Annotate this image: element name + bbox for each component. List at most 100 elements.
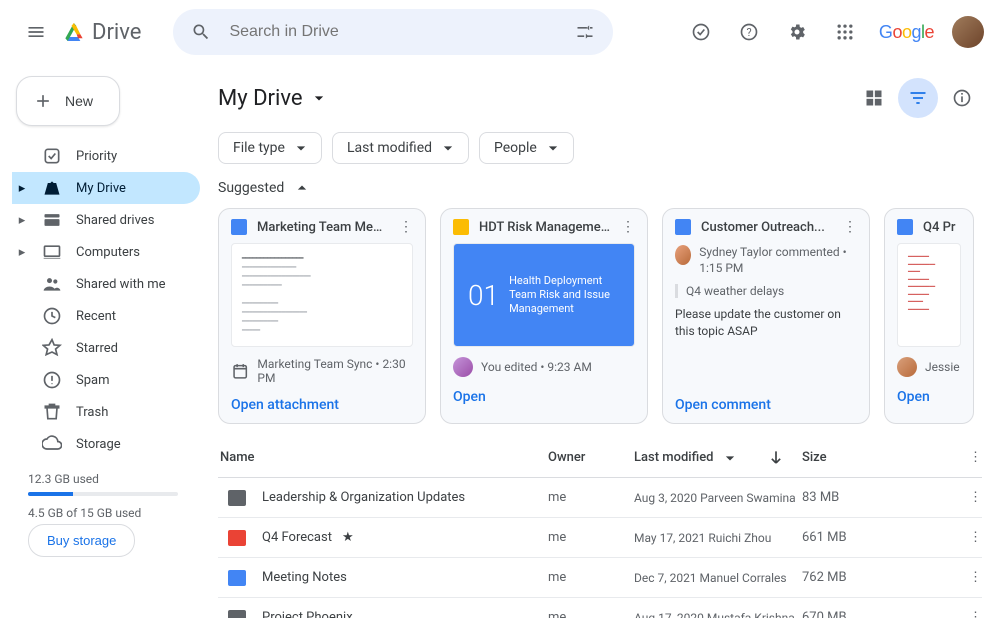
column-header-size[interactable]: Size — [802, 450, 942, 465]
card-meta: You edited • 9:23 AM — [481, 360, 592, 374]
row-name: Leadership & Organization Updates — [262, 490, 548, 505]
row-name: Meeting Notes — [262, 570, 548, 585]
card-action-link[interactable]: Open — [897, 389, 961, 405]
header: Drive ? Google — [0, 0, 1000, 64]
page-title[interactable]: My Drive — [218, 86, 329, 111]
column-header-owner[interactable]: Owner — [548, 450, 634, 465]
sidebar-item-recent[interactable]: Recent — [12, 300, 200, 332]
table-header: Name Owner Last modified Size ⋮ — [218, 438, 982, 478]
sidebar-item-trash[interactable]: Trash — [12, 396, 200, 428]
svg-text:?: ? — [746, 26, 751, 39]
card-action-link[interactable]: Open comment — [675, 397, 857, 413]
plus-icon — [33, 91, 53, 111]
search-icon[interactable] — [181, 12, 221, 52]
buy-storage-button[interactable]: Buy storage — [28, 524, 135, 557]
apps-grid-icon[interactable] — [825, 12, 865, 52]
sidebar-item-storage[interactable]: Storage — [12, 428, 200, 460]
main-content: My Drive File type Last modified People … — [200, 64, 1000, 618]
info-button[interactable] — [942, 78, 982, 118]
card-meta: Marketing Team Sync • 2:30 PM — [257, 357, 413, 385]
my-drive-icon — [42, 178, 62, 198]
card-more-icon[interactable]: ⋮ — [399, 219, 413, 235]
suggested-card[interactable]: Customer Outreach... ⋮ Sydney Taylor com… — [662, 208, 870, 424]
sidebar-item-label: Starred — [76, 341, 118, 356]
search-bar[interactable] — [173, 9, 613, 55]
row-name: Project Phoenix — [262, 610, 548, 618]
table-row[interactable]: Project Phoenix me Aug 17, 2020 Mustafa … — [218, 598, 982, 618]
card-more-icon[interactable]: ⋮ — [843, 219, 857, 235]
settings-icon[interactable] — [777, 12, 817, 52]
calendar-icon — [231, 361, 249, 381]
folder-icon — [228, 570, 246, 586]
account-avatar[interactable] — [952, 16, 984, 48]
google-logo: Google — [879, 22, 934, 43]
shared-with-me-icon — [42, 274, 62, 294]
card-meta: Jessie — [925, 360, 960, 374]
row-modified: Aug 17, 2020 Mustafa Krishna — [634, 611, 802, 618]
offline-ready-icon[interactable] — [681, 12, 721, 52]
row-size: 670 MB — [802, 610, 942, 618]
row-owner: me — [548, 570, 634, 585]
chip-people[interactable]: People — [479, 132, 574, 164]
row-more-icon[interactable]: ⋮ — [942, 610, 982, 618]
search-options-icon[interactable] — [565, 12, 605, 52]
docs-icon — [897, 219, 913, 235]
column-header-menu[interactable]: ⋮ — [942, 450, 982, 465]
chevron-up-icon — [292, 178, 312, 198]
slides-icon — [453, 219, 469, 235]
caret-down-icon — [291, 138, 311, 158]
sidebar-item-priority[interactable]: Priority — [12, 140, 200, 172]
table-row[interactable]: Leadership & Organization Updates me Aug… — [218, 478, 982, 518]
chip-file-type[interactable]: File type — [218, 132, 322, 164]
sidebar-item-computers[interactable]: ▸ Computers — [12, 236, 200, 268]
sidebar-item-spam[interactable]: Spam — [12, 364, 200, 396]
sidebar-item-shared-with-me[interactable]: Shared with me — [12, 268, 200, 300]
suggested-card[interactable]: Q4 Pr ━━━━━━━━━━━━━━━━━━━━━━━━━━━━━━━━━━… — [884, 208, 974, 424]
card-action-link[interactable]: Open — [453, 389, 635, 405]
sidebar-item-label: Trash — [76, 405, 108, 420]
suggested-card[interactable]: Marketing Team Meetin... ⋮ ━━━━━━━━━━━━━… — [218, 208, 426, 424]
search-input[interactable] — [221, 23, 565, 41]
card-title: HDT Risk Management — [479, 220, 611, 235]
card-action-link[interactable]: Open attachment — [231, 397, 413, 413]
filter-view-button[interactable] — [898, 78, 938, 118]
sidebar-item-label: Recent — [76, 309, 116, 324]
table-row[interactable]: Q4 Forecast ★ me May 17, 2021 Ruichi Zho… — [218, 518, 982, 558]
help-icon[interactable]: ? — [729, 12, 769, 52]
sidebar-item-starred[interactable]: Starred — [12, 332, 200, 364]
card-title: Customer Outreach... — [701, 220, 833, 235]
card-thumbnail: ━━━━━━━━━━━━━━━━━━━━━━━━━━━━━━━━━━━━━━━━… — [231, 243, 413, 347]
column-header-modified[interactable]: Last modified — [634, 448, 802, 468]
storage-used-long: 4.5 GB of 15 GB used — [28, 506, 184, 520]
row-more-icon[interactable]: ⋮ — [942, 530, 982, 545]
priority-icon — [42, 146, 62, 166]
sidebar-item-label: My Drive — [76, 181, 126, 196]
trash-icon — [42, 402, 62, 422]
folder-icon — [228, 530, 246, 546]
docs-icon — [231, 219, 247, 235]
row-more-icon[interactable]: ⋮ — [942, 570, 982, 585]
caret-down-icon — [309, 88, 329, 108]
main-menu-button[interactable] — [16, 12, 56, 52]
chip-last-modified[interactable]: Last modified — [332, 132, 469, 164]
new-button-label: New — [65, 93, 93, 109]
sidebar: New Priority ▸ My Drive ▸ Shared drives … — [0, 64, 200, 618]
caret-down-icon — [720, 448, 740, 468]
column-header-name[interactable]: Name — [218, 450, 548, 465]
spam-icon — [42, 370, 62, 390]
app-name: Drive — [92, 20, 141, 45]
starred-icon — [42, 338, 62, 358]
drive-logo[interactable]: Drive — [64, 20, 141, 45]
sidebar-item-shared-drives[interactable]: ▸ Shared drives — [12, 204, 200, 236]
suggested-card[interactable]: HDT Risk Management ⋮ 01 Health Deployme… — [440, 208, 648, 424]
row-owner: me — [548, 490, 634, 505]
row-more-icon[interactable]: ⋮ — [942, 490, 982, 505]
table-row[interactable]: Meeting Notes me Dec 7, 2021 Manuel Corr… — [218, 558, 982, 598]
storage-bar — [28, 492, 178, 496]
row-owner: me — [548, 610, 634, 618]
suggested-toggle[interactable]: Suggested — [218, 178, 982, 198]
card-more-icon[interactable]: ⋮ — [621, 219, 635, 235]
new-button[interactable]: New — [16, 76, 120, 126]
grid-view-button[interactable] — [854, 78, 894, 118]
sidebar-item-my-drive[interactable]: ▸ My Drive — [12, 172, 200, 204]
